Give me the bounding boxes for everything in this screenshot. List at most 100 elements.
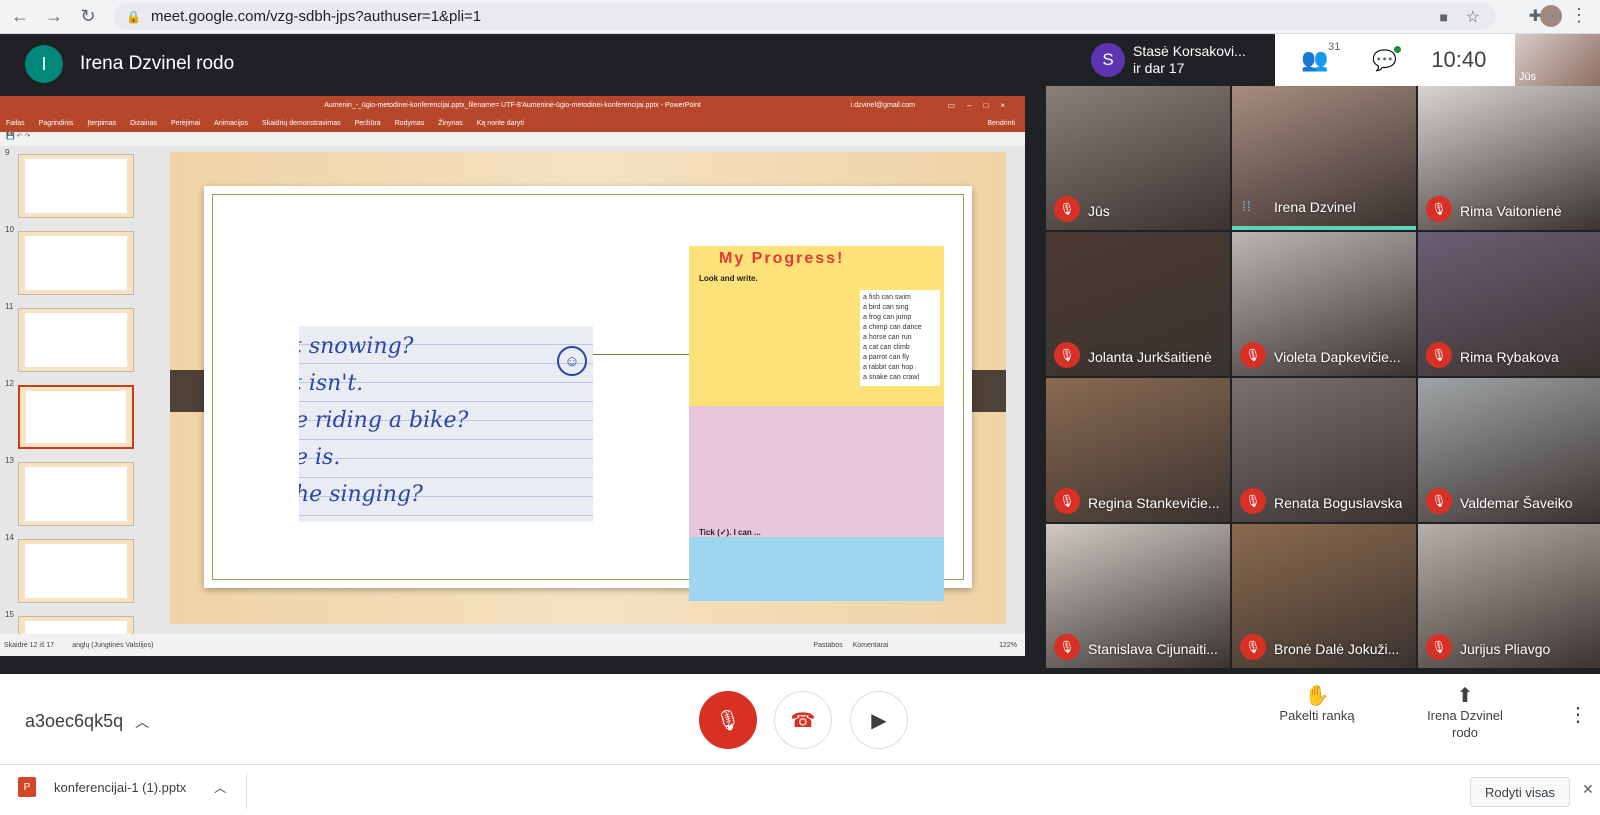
ppt-title-bar: Aumenin_-_ūgio-metodinei-konferencijai.p… — [0, 96, 1025, 115]
thumbnail-content — [25, 159, 127, 213]
download-filename: konferencijai-1 (1).pptx — [54, 779, 187, 795]
participant-tile[interactable]: 🎙 Violeta Dapkevičie... — [1232, 232, 1416, 376]
speaker-avatar: S — [1091, 43, 1125, 77]
more-options-icon[interactable]: ⋮ — [1568, 702, 1588, 727]
chevron-up-icon: ︿ — [135, 714, 150, 730]
close-icon[interactable]: ✕ — [1582, 781, 1594, 798]
self-label: Jūs — [1519, 71, 1537, 83]
slide-paper: ☺ t snowing? t isn't. e riding a bike? e is… — [204, 186, 972, 601]
meet-stage: I Irena Dzvinel rodo S Stasė Korsakovi..… — [0, 34, 1600, 674]
presenter-avatar: I — [25, 45, 63, 83]
star-icon[interactable]: ☆ — [1466, 7, 1480, 27]
presenting-button[interactable]: ⬆ Irena Dzvinel rodo — [1410, 685, 1520, 741]
ribbon-tab[interactable]: Žinynas — [438, 120, 463, 127]
profile-avatar[interactable] — [1540, 5, 1562, 27]
participant-tile[interactable]: 🎙 Renata Boguslavska — [1232, 378, 1416, 522]
thumbnail-content — [25, 621, 127, 634]
slide-thumbnail[interactable] — [18, 616, 134, 634]
ribbon-tab[interactable]: Peržiūra — [355, 120, 381, 127]
ppt-quick-access: 💾 ↶ ↷ — [0, 132, 1025, 144]
divider — [246, 773, 247, 809]
call-controls: a3oec6qk5q ︿ 🎙 ☎ ▶ ✋ Pakelti ranką ⬆ Iren… — [0, 674, 1600, 764]
chat-unread-dot — [1394, 45, 1402, 53]
participant-tile[interactable]: 🎙 Rima Rybakova — [1418, 232, 1600, 376]
language: anglų (Jungtinės Valstijos) — [72, 641, 154, 649]
address-bar[interactable]: 🔒 meet.google.com/vzg-sdbh-jps?authuser=… — [114, 3, 1496, 30]
meet-window: ← → ↻ 🔒 meet.google.com/vzg-sdbh-jps?aut… — [0, 0, 1600, 815]
speaking-indicator-icon: ⁞⁞ — [1242, 198, 1252, 214]
ppt-title: Aumenin_-_ūgio-metodinei-konferencijai.p… — [324, 102, 701, 109]
book-list-item: a cat can climb — [863, 344, 910, 351]
top-right-panel: S Stasė Korsakovi... ir dar 17 👥 31 💬 10:… — [1085, 34, 1600, 86]
raise-hand-button[interactable]: ✋ Pakelti ranką — [1262, 686, 1372, 724]
camera-toggle-button[interactable]: ▶ — [850, 691, 908, 749]
present-screen-icon: ⬆ — [1456, 685, 1474, 707]
slide-thumbnail[interactable] — [18, 539, 134, 603]
camera-icon[interactable]: ■ — [1440, 9, 1448, 25]
url-text: meet.google.com/vzg-sdbh-jps?authuser=1&… — [150, 8, 482, 25]
participant-tile[interactable]: 🎙 Jūs — [1046, 86, 1230, 230]
mic-off-icon: 🎙 — [715, 709, 741, 732]
browser-toolbar: ← → ↻ 🔒 meet.google.com/vzg-sdbh-jps?aut… — [0, 0, 1600, 34]
ribbon-tab[interactable]: Dizainas — [130, 120, 157, 127]
participant-tile[interactable]: 🎙 Stanislava Cijunaiti... — [1046, 524, 1230, 668]
handwriting-image: ☺ t snowing? t isn't. e riding a bike? e is… — [299, 326, 593, 522]
self-view[interactable]: Jūs — [1515, 34, 1600, 86]
browser-menu-icon[interactable]: ⋮ — [1570, 5, 1588, 26]
ribbon-tab[interactable]: Animacijos — [214, 120, 248, 127]
back-icon[interactable]: ← — [6, 3, 34, 31]
participant-tile[interactable]: 🎙 Rima Vaitonienė — [1418, 86, 1600, 230]
participant-grid: 🎙 Jūs ⁞⁞ Irena Dzvinel 🎙 Rima Vaitonienė 🎙 Jola… — [1046, 86, 1600, 674]
book-tick-text: Tick (✓). I can ... — [699, 528, 761, 537]
thumbnail-number: 15 — [5, 610, 14, 619]
microphone-toggle-button[interactable]: 🎙 — [699, 691, 757, 749]
participant-tile[interactable]: ⁞⁞ Irena Dzvinel — [1232, 86, 1416, 230]
participant-name: Renata Boguslavska — [1274, 495, 1403, 511]
leave-call-button[interactable]: ☎ — [774, 691, 832, 749]
chat-icon[interactable]: 💬 — [1372, 45, 1402, 73]
thumbnail-content — [26, 391, 126, 443]
ribbon-tab[interactable]: Pagrindinis — [39, 120, 74, 127]
participant-tile[interactable]: 🎙 Jurijus Pliavgo — [1418, 524, 1600, 668]
slide-thumbnail[interactable] — [18, 462, 134, 526]
ribbon-tab[interactable]: Rodymas — [395, 120, 425, 127]
speaker-text: Stasė Korsakovi... ir dar 17 — [1133, 43, 1246, 77]
slide-thumbnail[interactable] — [18, 308, 134, 372]
ribbon-tab[interactable]: Perėjimai — [171, 120, 200, 127]
thumbnail-number: 12 — [5, 379, 14, 388]
mic-off-icon: 🎙 — [1426, 488, 1452, 514]
forward-icon[interactable]: → — [40, 3, 68, 31]
present-label-2: rodo — [1451, 725, 1479, 740]
presenter-label: Irena Dzvinel rodo — [80, 53, 235, 74]
download-item[interactable]: P konferencijai-1 (1).pptx ︿ — [18, 777, 226, 797]
show-all-button[interactable]: Rodyti visas — [1470, 777, 1570, 807]
pptx-file-icon: P — [18, 777, 36, 797]
slide-thumbnail[interactable] — [18, 231, 134, 295]
participant-tile[interactable]: 🎙 Valdemar Šaveiko — [1418, 378, 1600, 522]
slide-thumbnail[interactable] — [18, 154, 134, 218]
participant-name: Stanislava Cijunaiti... — [1088, 641, 1218, 657]
participant-tile[interactable]: 🎙 Jolanta Jurkšaitienė — [1046, 232, 1230, 376]
reload-icon[interactable]: ↻ — [74, 3, 102, 31]
thumbnail-content — [25, 313, 127, 367]
chevron-up-icon[interactable]: ︿ — [214, 779, 226, 796]
thumbnail-content — [25, 236, 127, 290]
meeting-details[interactable]: a3oec6qk5q ︿ — [25, 711, 149, 732]
download-bar: P konferencijai-1 (1).pptx ︿ Rodyti visa… — [0, 764, 1600, 815]
participant-name: Jūs — [1088, 203, 1110, 219]
share-button[interactable]: Bendrinti — [987, 120, 1015, 127]
slide-thumbnail[interactable] — [18, 385, 134, 449]
lock-icon: 🔒 — [126, 9, 141, 24]
participant-tile[interactable]: 🎙 Bronė Dalė Jokuži... — [1232, 524, 1416, 668]
participant-name: Violeta Dapkevičie... — [1274, 349, 1401, 365]
people-icon[interactable]: 👥 31 — [1301, 41, 1340, 73]
book-list-item: a fish can swim — [863, 294, 911, 301]
participant-name: Regina Stankevičie... — [1088, 495, 1220, 511]
ribbon-tab[interactable]: Ką norite daryti — [477, 120, 524, 127]
ribbon-tab[interactable]: Skaidrių demonstravimas — [262, 120, 341, 127]
speaker-chip[interactable]: S Stasė Korsakovi... ir dar 17 — [1085, 34, 1275, 86]
ribbon-tab[interactable]: Failas — [6, 120, 25, 127]
camera-icon: ▶ — [871, 709, 887, 732]
participant-tile[interactable]: 🎙 Regina Stankevičie... — [1046, 378, 1230, 522]
ribbon-tab[interactable]: Įterpimas — [87, 120, 116, 127]
